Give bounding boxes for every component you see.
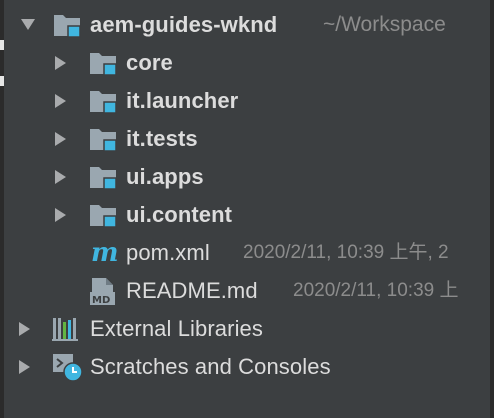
- expand-arrow-icon[interactable]: [55, 132, 66, 146]
- expand-arrow-icon[interactable]: [55, 56, 66, 70]
- tree-row-file-readme[interactable]: MD README.md 2020/2/11, 10:39 上: [0, 272, 490, 310]
- expand-arrow-icon[interactable]: [19, 360, 30, 374]
- expand-arrow-icon[interactable]: [55, 170, 66, 184]
- project-path: ~/Workspace: [323, 13, 446, 36]
- project-tree: aem-guides-wknd ~/Workspace core it.laun…: [0, 0, 490, 418]
- file-modified-time: 2020/2/11, 10:39 上午, 2: [243, 242, 449, 263]
- folder-module-icon: [89, 88, 117, 114]
- scratches-icon: [52, 353, 84, 383]
- tree-row-module[interactable]: it.launcher: [0, 82, 490, 120]
- expand-arrow-icon[interactable]: [55, 94, 66, 108]
- tree-row-scratches[interactable]: Scratches and Consoles: [0, 348, 490, 386]
- tree-row-module[interactable]: ui.apps: [0, 158, 490, 196]
- module-label: ui.content: [126, 202, 233, 227]
- expand-arrow-icon[interactable]: [19, 322, 30, 336]
- expand-arrow-icon[interactable]: [55, 208, 66, 222]
- libraries-icon: [52, 316, 80, 342]
- tree-row-external-libraries[interactable]: External Libraries: [0, 310, 490, 348]
- module-label: core: [126, 50, 173, 75]
- maven-letter: m: [91, 238, 119, 268]
- module-label: it.tests: [126, 126, 198, 151]
- markdown-icon: MD: [89, 277, 117, 307]
- folder-module-icon: [53, 12, 81, 38]
- tree-row-module[interactable]: it.tests: [0, 120, 490, 158]
- tree-row-project-root[interactable]: aem-guides-wknd ~/Workspace: [0, 6, 490, 44]
- collapse-arrow-icon[interactable]: [21, 19, 35, 30]
- module-label: it.launcher: [126, 88, 239, 113]
- file-modified-time: 2020/2/11, 10:39 上: [293, 280, 459, 301]
- module-label: ui.apps: [126, 164, 204, 189]
- folder-module-icon: [89, 126, 117, 152]
- scratches-label: Scratches and Consoles: [90, 354, 331, 379]
- maven-icon: m: [89, 238, 119, 268]
- external-libraries-label: External Libraries: [90, 316, 263, 341]
- file-label: README.md: [126, 278, 258, 303]
- tree-row-module[interactable]: core: [0, 44, 490, 82]
- project-name: aem-guides-wknd: [90, 12, 278, 37]
- folder-module-icon: [89, 202, 117, 228]
- tree-row-module[interactable]: ui.content: [0, 196, 490, 234]
- folder-module-icon: [89, 164, 117, 190]
- folder-module-icon: [89, 50, 117, 76]
- scrollbar-track[interactable]: [490, 0, 494, 418]
- file-label: pom.xml: [126, 240, 210, 265]
- tree-row-file-pom[interactable]: m pom.xml 2020/2/11, 10:39 上午, 2: [0, 234, 490, 272]
- markdown-badge: MD: [92, 295, 110, 306]
